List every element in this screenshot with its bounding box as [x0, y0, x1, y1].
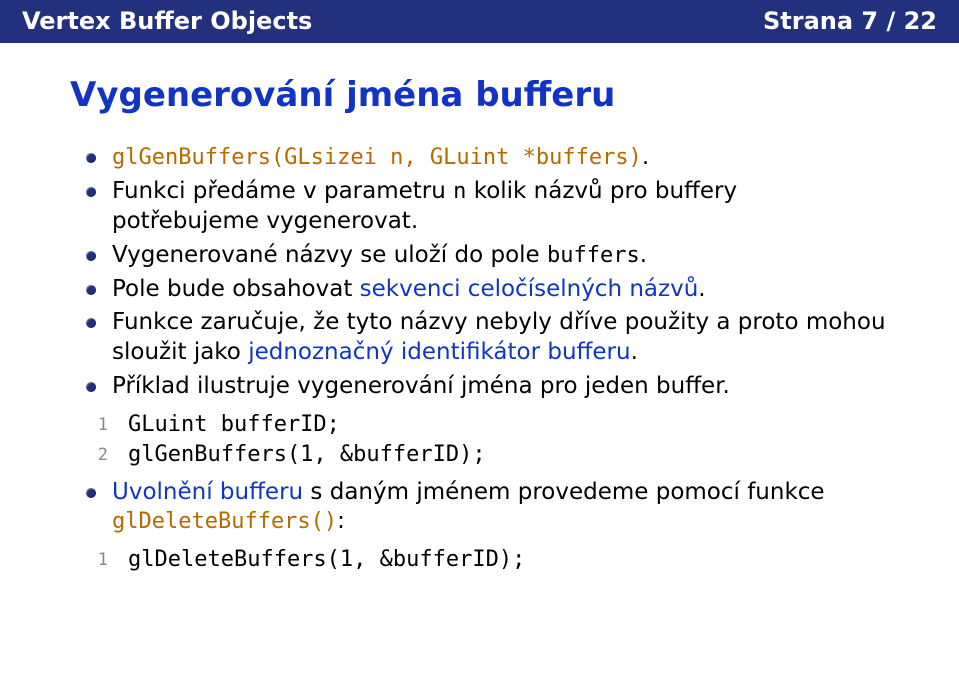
code-block: 1 GLuint bufferID; 2 glGenBuffers(1, &buff… — [70, 410, 889, 469]
text: . — [631, 339, 638, 365]
text: . — [698, 276, 705, 302]
slide-title: Vygenerování jména bufferu — [70, 75, 889, 115]
code-text: GLuint bufferID; — [128, 412, 340, 437]
slide-header: Vertex Buffer Objects Strana 7 / 22 — [0, 0, 959, 43]
code-inline: glDeleteBuffers() — [112, 509, 337, 534]
text: s daným jménem provedeme pomocí funkce — [303, 479, 824, 505]
header-title: Vertex Buffer Objects — [22, 7, 312, 35]
list-item: Příklad ilustruje vygenerování jména pro… — [112, 372, 889, 402]
highlight-text: Uvolnění bufferu — [112, 479, 303, 505]
list-item: Uvolnění bufferu s daným jménem provedem… — [112, 478, 889, 538]
code-inline: n — [453, 179, 466, 204]
list-item: Funkce zaručuje, že tyto názvy nebyly dř… — [112, 308, 889, 368]
list-item: glGenBuffers(GLsizei n, GLuint *buffers)… — [112, 143, 889, 173]
line-number: 2 — [86, 444, 108, 467]
list-item: Funkci předáme v parametru n kolik názvů… — [112, 177, 889, 237]
code-inline: glGenBuffers(GLsizei n, GLuint *buffers) — [112, 145, 642, 170]
bullet-list: Uvolnění bufferu s daným jménem provedem… — [70, 478, 889, 538]
text: . — [640, 242, 647, 268]
text: Pole bude obsahovat — [112, 276, 360, 302]
slide-content: Vygenerování jména bufferu glGenBuffers(… — [0, 43, 959, 575]
text: Příklad ilustruje vygenerování jména pro… — [112, 373, 730, 399]
highlight-text: jednoznačný identifikátor bufferu — [248, 339, 630, 365]
code-line: 2 glGenBuffers(1, &bufferID); — [86, 440, 889, 470]
list-item: Vygenerované názvy se uloží do pole buff… — [112, 241, 889, 271]
text: . — [642, 144, 649, 170]
code-block: 1 glDeleteBuffers(1, &bufferID); — [70, 545, 889, 575]
list-item: Pole bude obsahovat sekvenci celočíselný… — [112, 275, 889, 305]
code-line: 1 glDeleteBuffers(1, &bufferID); — [86, 545, 889, 575]
code-inline: buffers — [547, 243, 640, 268]
code-line: 1 GLuint bufferID; — [86, 410, 889, 440]
line-number: 1 — [86, 549, 108, 572]
line-number: 1 — [86, 414, 108, 437]
text: : — [337, 508, 345, 534]
bullet-list: glGenBuffers(GLsizei n, GLuint *buffers)… — [70, 143, 889, 402]
text: Vygenerované názvy se uloží do pole — [112, 242, 547, 268]
highlight-text: sekvenci celočíselných názvů — [360, 276, 699, 302]
code-text: glGenBuffers(1, &bufferID); — [128, 442, 486, 467]
code-text: glDeleteBuffers(1, &bufferID); — [128, 547, 525, 572]
text: Funkci předáme v parametru — [112, 178, 453, 204]
header-page: Strana 7 / 22 — [763, 7, 937, 35]
